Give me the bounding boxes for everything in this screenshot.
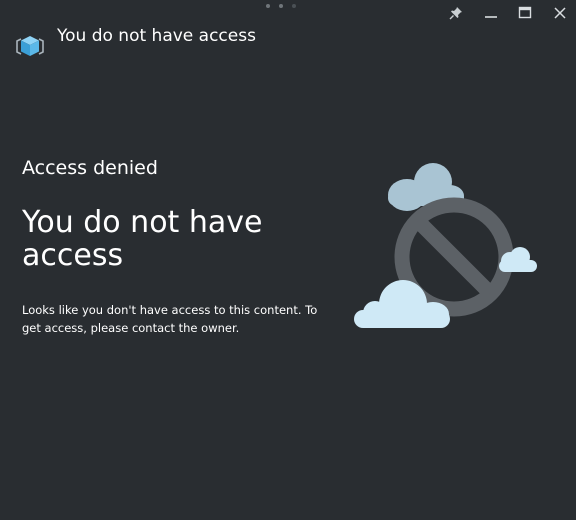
minimize-button[interactable] xyxy=(477,2,505,24)
close-button[interactable] xyxy=(546,2,574,24)
window-title: You do not have access xyxy=(57,26,256,46)
pin-icon xyxy=(449,7,462,20)
page-headline: You do not have access xyxy=(22,205,263,273)
access-message: Looks like you don't have access to this… xyxy=(22,303,318,335)
cloud-icon xyxy=(354,280,450,328)
minimize-icon xyxy=(485,16,497,18)
access-denied-illustration xyxy=(350,160,545,335)
title-bar: You do not have access xyxy=(0,0,576,60)
app-window: You do not have access Access denied You… xyxy=(0,0,576,520)
app-cube-icon xyxy=(14,30,46,62)
maximize-button[interactable] xyxy=(511,2,539,24)
close-icon xyxy=(554,7,566,19)
maximize-icon xyxy=(518,6,532,19)
pin-button[interactable] xyxy=(442,2,470,24)
access-denied-label: Access denied xyxy=(22,157,158,179)
